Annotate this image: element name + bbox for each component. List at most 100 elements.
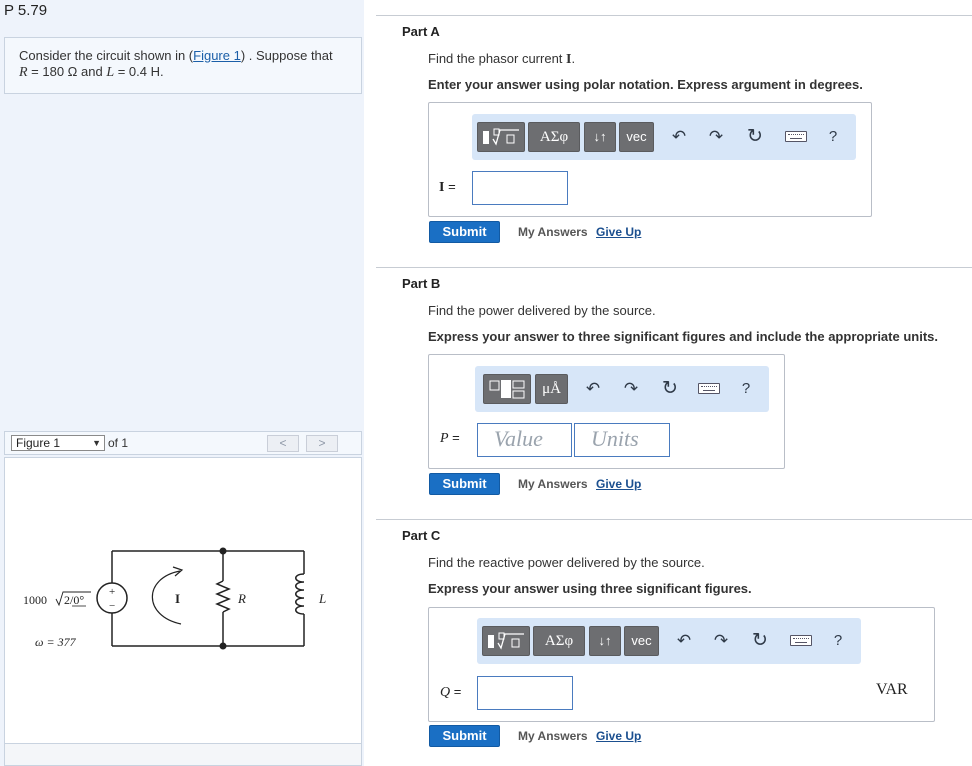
vec-button[interactable]: vec <box>624 626 659 656</box>
vec-button[interactable]: vec <box>619 122 654 152</box>
l-value: = 0.4 H. <box>114 64 164 79</box>
current-label: I <box>175 591 180 606</box>
part-b-submit-button[interactable]: Submit <box>429 473 500 495</box>
part-b-units-input[interactable]: Units <box>574 423 670 457</box>
part-b-instruction: Express your answer to three significant… <box>428 329 938 344</box>
r-value: = 180 Ω and <box>27 64 107 79</box>
part-b-var-symbol: P <box>440 431 449 446</box>
templates-icon <box>483 128 519 146</box>
part-c-var-symbol: Q <box>440 685 451 700</box>
part-a-divider <box>376 15 972 16</box>
part-b-my-answers: My Answers <box>518 477 588 491</box>
figure-footer <box>4 743 362 766</box>
part-a-instruction: Enter your answer using polar notation. … <box>428 77 863 92</box>
part-a-my-answers: My Answers <box>518 225 588 239</box>
redo-icon[interactable]: ↷ <box>703 125 729 149</box>
part-a-answer-input[interactable] <box>472 171 568 205</box>
part-c-divider <box>376 519 972 520</box>
source-angle: 2/0° <box>64 593 84 607</box>
part-c-submit-button[interactable]: Submit <box>429 725 500 747</box>
statement-text-prefix: Consider the circuit shown in ( <box>19 48 194 63</box>
part-c-variable: Q = <box>440 684 461 701</box>
figure-navigation: Figure 1 ▼ of 1 < > <box>4 431 362 455</box>
circuit-diagram: + − 1000 2/0° ω = 377 I R L <box>23 547 326 650</box>
statement-text-suffix: ) . Suppose that <box>240 48 333 63</box>
omega-label: ω = 377 <box>35 635 77 649</box>
reset-icon[interactable]: ↻ <box>657 377 683 401</box>
part-b-variable: P = <box>440 430 460 447</box>
part-a-variable: I = <box>439 179 456 196</box>
part-c-give-up-link[interactable]: Give Up <box>596 729 641 743</box>
part-b-equals: = <box>448 430 460 445</box>
help-button[interactable]: ? <box>733 377 759 401</box>
part-b-give-up-link[interactable]: Give Up <box>596 477 641 491</box>
templates-button[interactable] <box>477 122 525 152</box>
figure-select[interactable]: Figure 1 ▼ <box>11 435 105 451</box>
bottom-node <box>219 642 227 650</box>
reset-icon[interactable]: ↻ <box>742 125 768 149</box>
part-c-answer-input[interactable] <box>477 676 573 710</box>
part-a-toolbar: ΑΣφ ↓↑ vec ↶ ↷ ↻ ? <box>472 114 856 160</box>
part-a-find-end: . <box>571 51 576 66</box>
part-c-toolbar: ΑΣφ ↓↑ vec ↶ ↷ ↻ ? <box>477 618 861 664</box>
part-b-value-input[interactable]: Value <box>477 423 572 457</box>
part-c-equals: = <box>450 684 462 699</box>
part-a-title: Part A <box>402 24 440 39</box>
problem-title: P 5.79 <box>4 2 48 19</box>
resistor-label: R <box>237 591 246 606</box>
arrows-button[interactable]: ↓↑ <box>584 122 616 152</box>
problem-statement: Consider the circuit shown in (Figure 1)… <box>4 37 362 94</box>
units-button[interactable]: μÅ <box>535 374 568 404</box>
next-figure-button[interactable]: > <box>306 435 338 452</box>
keyboard-icon[interactable] <box>785 131 807 142</box>
part-b-question: Find the power delivered by the source. <box>428 303 656 318</box>
l-variable: L <box>106 65 115 80</box>
part-a-submit-button[interactable]: Submit <box>429 221 500 243</box>
chevron-down-icon: ▼ <box>92 438 101 448</box>
part-b-toolbar: μÅ ↶ ↷ ↻ ? <box>475 366 769 412</box>
units-templates-button[interactable] <box>483 374 531 404</box>
figure-count: of 1 <box>108 436 129 450</box>
part-a-answer-box: ΑΣφ ↓↑ vec ↶ ↷ ↻ ? I = <box>428 102 872 217</box>
figure-select-value: Figure 1 <box>16 436 61 450</box>
inductor-icon <box>295 573 305 615</box>
undo-icon[interactable]: ↶ <box>580 377 606 401</box>
problem-panel: P 5.79 Consider the circuit shown in (Fi… <box>0 0 364 766</box>
part-a-question: Find the phasor current I. <box>428 51 575 68</box>
source-plus: + <box>109 586 115 598</box>
part-c-unit-label: VAR <box>876 681 908 698</box>
reset-icon[interactable]: ↻ <box>747 629 773 653</box>
redo-icon[interactable]: ↷ <box>708 629 734 653</box>
undo-icon[interactable]: ↶ <box>666 125 692 149</box>
previous-figure-button[interactable]: < <box>267 435 299 452</box>
part-c-my-answers: My Answers <box>518 729 588 743</box>
keyboard-icon[interactable] <box>790 635 812 646</box>
resistor-icon <box>215 580 231 613</box>
figure-link[interactable]: Figure 1 <box>193 48 241 63</box>
r-variable: R <box>19 65 28 80</box>
source-minus: − <box>109 600 115 612</box>
part-b-title: Part B <box>402 276 441 291</box>
redo-icon[interactable]: ↷ <box>618 377 644 401</box>
part-c-answer-box: ΑΣφ ↓↑ vec ↶ ↷ ↻ ? Q = VAR <box>428 607 935 722</box>
arrows-button[interactable]: ↓↑ <box>589 626 621 656</box>
help-button[interactable]: ? <box>820 125 846 149</box>
part-c-instruction: Express your answer using three signific… <box>428 581 752 596</box>
part-b-divider <box>376 267 972 268</box>
keyboard-icon[interactable] <box>698 383 720 394</box>
part-c-title: Part C <box>402 528 441 543</box>
part-a-equals: = <box>444 179 456 194</box>
source-value: 1000 <box>23 593 47 607</box>
undo-icon[interactable]: ↶ <box>671 629 697 653</box>
part-c-question: Find the reactive power delivered by the… <box>428 555 705 570</box>
figure-panel: + − 1000 2/0° ω = 377 I R L <box>4 457 362 766</box>
top-node <box>219 547 227 555</box>
symbols-button[interactable]: ΑΣφ <box>533 626 585 656</box>
part-a-find-text: Find the phasor current <box>428 51 567 66</box>
part-b-answer-box: μÅ ↶ ↷ ↻ ? P = Value Units <box>428 354 785 469</box>
units-templates-icon <box>489 380 525 399</box>
symbols-button[interactable]: ΑΣφ <box>528 122 580 152</box>
templates-button[interactable] <box>482 626 530 656</box>
help-button[interactable]: ? <box>825 629 851 653</box>
part-a-give-up-link[interactable]: Give Up <box>596 225 641 239</box>
